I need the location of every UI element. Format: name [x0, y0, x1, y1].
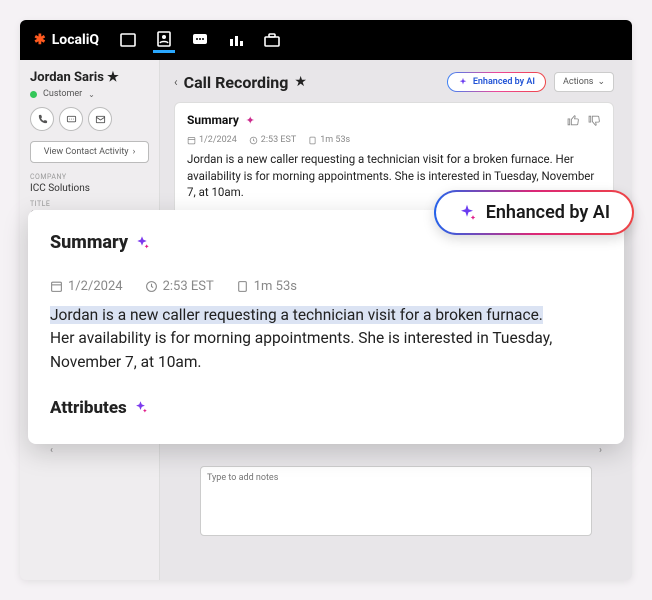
- overlay-duration: 1m 53s: [254, 279, 297, 294]
- sparkle-icon: [134, 235, 150, 251]
- chevron-down-icon: ⌄: [597, 77, 605, 87]
- brand: ✱ LocaliQ: [34, 32, 99, 48]
- title-label: TITLE: [30, 200, 149, 208]
- company-value: ICC Solutions: [30, 183, 149, 194]
- scroll-left-icon[interactable]: ‹: [50, 445, 53, 456]
- status-label: Customer: [43, 89, 82, 99]
- calendar-icon: [187, 136, 196, 145]
- overlay-time: 2:53 EST: [163, 279, 214, 294]
- actions-label: Actions: [563, 77, 593, 87]
- topbar: ✱ LocaliQ: [20, 20, 632, 60]
- sparkle-icon: ✦: [246, 114, 255, 127]
- clock-icon: [145, 280, 158, 293]
- sparkle-icon: [133, 400, 148, 415]
- page-title: Call Recording: [184, 73, 289, 92]
- duration-icon: [236, 280, 249, 293]
- nav-work-icon[interactable]: [261, 29, 283, 51]
- actions-dropdown[interactable]: Actions ⌄: [554, 72, 614, 92]
- brand-name: LocaliQ: [52, 32, 99, 48]
- enhanced-by-ai-pill: Enhanced by AI: [434, 190, 634, 235]
- view-contact-activity-button[interactable]: View Contact Activity ›: [30, 141, 149, 163]
- phone-button[interactable]: [30, 107, 54, 131]
- message-button[interactable]: [59, 107, 83, 131]
- email-button[interactable]: [88, 107, 112, 131]
- overlay-title: Summary: [50, 232, 128, 253]
- status-dot-icon: [30, 91, 37, 98]
- summary-title: Summary: [187, 113, 239, 127]
- nav-inbox-icon[interactable]: [117, 29, 139, 51]
- clock-icon: [249, 136, 258, 145]
- back-button[interactable]: ‹: [174, 75, 178, 89]
- thumbs-up-button[interactable]: [567, 114, 580, 127]
- topnav: [117, 28, 283, 53]
- chevron-down-icon: ⌄: [88, 90, 95, 99]
- overlay-date: 1/2/2024: [68, 279, 123, 294]
- nav-chat-icon[interactable]: [189, 29, 211, 51]
- overlay-attributes-title: Attributes: [50, 398, 127, 418]
- notes-textarea[interactable]: [200, 466, 592, 536]
- company-label: COMPANY: [30, 173, 149, 181]
- star-icon[interactable]: ★: [294, 74, 307, 90]
- enhanced-label: Enhanced by AI: [473, 77, 535, 87]
- view-activity-label: View Contact Activity: [44, 147, 129, 157]
- sparkle-icon: [458, 204, 476, 222]
- summary-overlay: Enhanced by AI Summary 1/2/2024 2:53 EST…: [28, 210, 624, 444]
- duration-icon: [308, 136, 317, 145]
- enhanced-label-large: Enhanced by AI: [486, 202, 610, 223]
- nav-contacts-icon[interactable]: [153, 31, 175, 53]
- overlay-summary-line2: Her availability is for morning appointm…: [50, 329, 552, 370]
- card-duration: 1m 53s: [320, 135, 350, 145]
- enhanced-by-ai-badge: Enhanced by AI: [447, 72, 546, 92]
- nav-reports-icon[interactable]: [225, 29, 247, 51]
- overlay-summary: Jordan is a new caller requesting a tech…: [50, 304, 602, 374]
- contact-status[interactable]: Customer ⌄: [30, 89, 149, 99]
- card-date: 1/2/2024: [199, 135, 237, 145]
- chevron-right-icon: ›: [133, 147, 136, 157]
- sparkle-icon: [458, 77, 468, 87]
- scroll-right-icon[interactable]: ›: [599, 445, 602, 456]
- activity-notes: [200, 466, 592, 540]
- card-time: 2:53 EST: [261, 135, 296, 145]
- calendar-icon: [50, 280, 63, 293]
- brand-mark-icon: ✱: [34, 32, 46, 48]
- overlay-summary-line1: Jordan is a new caller requesting a tech…: [50, 306, 543, 324]
- contact-name: Jordan Saris ★: [30, 70, 149, 85]
- thumbs-down-button[interactable]: [588, 114, 601, 127]
